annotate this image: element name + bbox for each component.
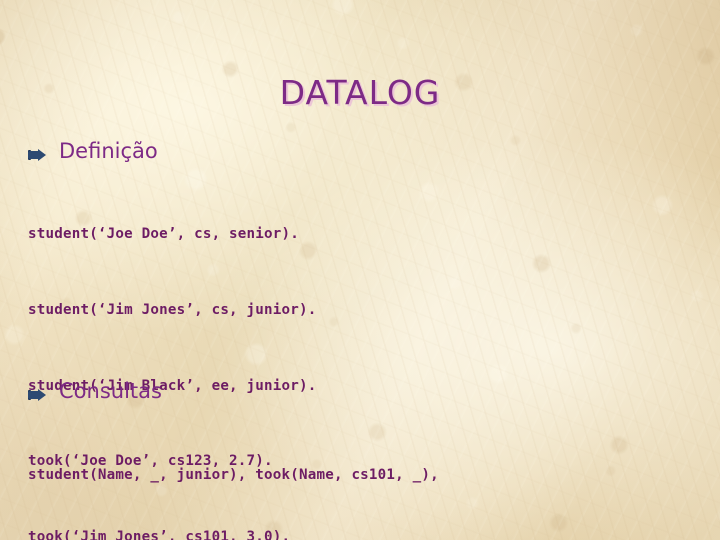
slide-content: DATALOG Definição student(‘Joe Doe’, cs,… [0, 0, 720, 540]
queries-code-block: student(Name, _, junior), took(Name, cs1… [28, 413, 439, 540]
slide-title: DATALOG [279, 73, 441, 112]
section-heading-consultas: Consultas [28, 381, 162, 402]
code-line: student(‘Jim Jones’, cs, junior). [28, 302, 317, 319]
code-line: student(Name, _, junior), took(Name, cs1… [28, 467, 439, 484]
section-heading-label-definicao: Definição [59, 139, 158, 163]
slide-canvas: DATALOG Definição student(‘Joe Doe’, cs,… [0, 0, 720, 540]
section-heading-label-consultas: Consultas [59, 379, 162, 403]
pointing-hand-bullet-icon [28, 388, 49, 402]
section-heading-definicao: Definição [28, 141, 158, 162]
pointing-hand-bullet-icon [28, 148, 49, 162]
code-line: student(‘Joe Doe’, cs, senior). [28, 226, 299, 243]
